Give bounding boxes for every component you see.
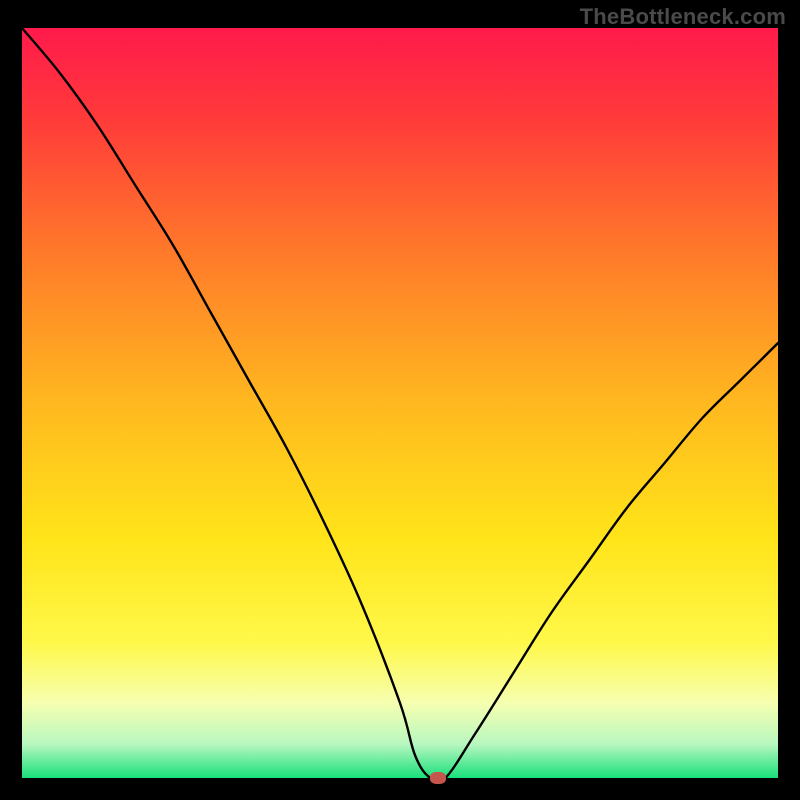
plot-area bbox=[22, 28, 778, 778]
optimum-marker bbox=[430, 772, 446, 784]
gradient-fill bbox=[22, 28, 778, 778]
chart-frame: TheBottleneck.com bbox=[0, 0, 800, 800]
chart-svg bbox=[22, 28, 778, 778]
watermark-text: TheBottleneck.com bbox=[580, 4, 786, 30]
